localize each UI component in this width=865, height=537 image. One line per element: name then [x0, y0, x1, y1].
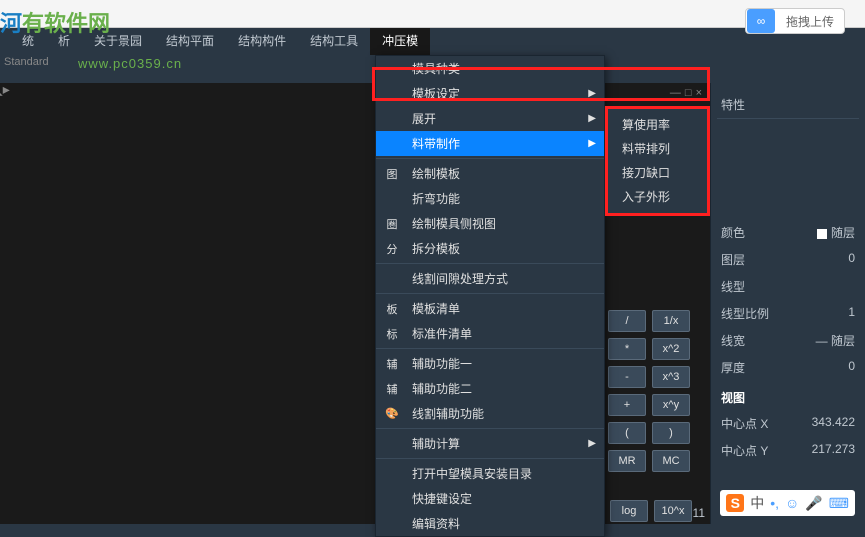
menubar: Standard www.pc0359.cn 统 析 关于景园 结构平面 结构构… [0, 28, 865, 55]
calc-mul[interactable]: * [608, 338, 646, 360]
props-header: 特性 [721, 96, 745, 113]
menu-struct-member[interactable]: 结构构件 [226, 28, 298, 55]
calc-mc[interactable]: MC [652, 450, 690, 472]
dropdown-item[interactable]: 标标准件清单 [376, 321, 604, 346]
properties-panel: 特性 颜色 随层 图层 0 线型 线型比例 1 线宽 — 随层 厚度 0 视图 中心点 X… [710, 83, 865, 524]
calc-div[interactable]: / [608, 310, 646, 332]
calc-mr[interactable]: MR [608, 450, 646, 472]
prop-cy-value[interactable]: 217.273 [812, 442, 855, 459]
ime-punct-icon[interactable]: •, [770, 495, 779, 511]
calc-sub[interactable]: - [608, 366, 646, 388]
upload-label: 拖拽上传 [776, 13, 844, 30]
prop-linescale-label: 线型比例 [721, 305, 769, 322]
prop-lineweight-label: 线宽 [721, 332, 745, 349]
dropdown-item[interactable]: 辅助计算▶ [376, 431, 604, 456]
calc-sq[interactable]: x^2 [652, 338, 690, 360]
ime-mic-icon[interactable]: 🎤 [805, 495, 822, 512]
dropdown-item[interactable]: 图绘制模板 [376, 161, 604, 186]
dropdown-item[interactable]: 分拆分模板 [376, 236, 604, 261]
dropdown-item[interactable]: 圏绘制模具侧视图 [376, 211, 604, 236]
prop-linetype-label: 线型 [721, 278, 745, 295]
dropdown-item[interactable]: 展开▶ [376, 106, 604, 131]
prop-thickness-value[interactable]: 0 [848, 359, 855, 376]
dropdown-item[interactable]: 辅辅助功能一 [376, 351, 604, 376]
menu-stamping[interactable]: 冲压模 [370, 28, 430, 55]
prop-layer-label: 图层 [721, 251, 745, 268]
dropdown-item[interactable]: 料带制作▶ [376, 131, 604, 156]
dropdown-item[interactable]: 模具种类 [376, 56, 604, 81]
calc-rparen[interactable]: ) [652, 422, 690, 444]
ime-keyboard-icon[interactable]: ⌨ [829, 495, 849, 512]
calc-cube[interactable]: x^3 [652, 366, 690, 388]
dropdown-item[interactable]: 折弯功能 [376, 186, 604, 211]
ime-emoji-icon[interactable]: ☺ [785, 495, 799, 511]
ime-lang[interactable]: 中 [750, 493, 764, 513]
calc-inv[interactable]: 1/x [652, 310, 690, 332]
dropdown-item[interactable]: 打开中望模具安装目录 [376, 461, 604, 486]
prop-color-label: 颜色 [721, 224, 745, 241]
dropdown-item[interactable]: 快捷键设定 [376, 486, 604, 511]
dropdown-item[interactable]: 辅辅助功能二 [376, 376, 604, 401]
prop-layer-value[interactable]: 0 [848, 251, 855, 268]
view-section-title: 视图 [717, 381, 859, 410]
menu-struct-tools[interactable]: 结构工具 [298, 28, 370, 55]
canvas-close[interactable]: × [696, 87, 702, 99]
prop-cx-label: 中心点 X [721, 415, 768, 432]
calc-lparen[interactable]: ( [608, 422, 646, 444]
menu-struct-plane[interactable]: 结构平面 [154, 28, 226, 55]
submenu-notch[interactable]: 接刀缺口 [608, 161, 707, 185]
dropdown-item[interactable]: 模板设定▶ [376, 81, 604, 106]
stripe-submenu: 算使用率 料带排列 接刀缺口 入子外形 [605, 106, 710, 216]
canvas-tile[interactable]: □ [685, 87, 692, 99]
dropdown-item[interactable]: 板模板清单 [376, 296, 604, 321]
submenu-stripe-layout[interactable]: 料带排列 [608, 137, 707, 161]
cloud-icon: ∞ [747, 9, 775, 33]
calc-add[interactable]: + [608, 394, 646, 416]
dropdown-item[interactable]: 🎨线割辅助功能 [376, 401, 604, 426]
prop-cx-value[interactable]: 343.422 [812, 415, 855, 432]
standard-label: Standard [4, 56, 49, 68]
sogou-icon: S [726, 494, 744, 512]
ime-bar[interactable]: S 中 •, ☺ 🎤 ⌨ [720, 490, 855, 516]
prop-linescale-value[interactable]: 1 [848, 305, 855, 322]
stamping-dropdown: 模具种类模板设定▶展开▶料带制作▶ 图绘制模板折弯功能圏绘制模具侧视图分拆分模板线… [375, 55, 605, 537]
canvas-minimize[interactable]: — [670, 87, 681, 99]
calc-10x[interactable]: 10^x [654, 500, 692, 522]
site-url: www.pc0359.cn [78, 56, 182, 71]
dropdown-item[interactable]: 线割间隙处理方式 [376, 266, 604, 291]
site-logo: 河有软件网 [0, 0, 110, 43]
submenu-usage-rate[interactable]: 算使用率 [608, 113, 707, 137]
axis-icon: ◣▸ [0, 81, 10, 98]
prop-thickness-label: 厚度 [721, 359, 745, 376]
prop-color-value[interactable]: 随层 [817, 224, 855, 241]
prop-cy-label: 中心点 Y [721, 442, 768, 459]
calc-log[interactable]: log [610, 500, 648, 522]
prop-lineweight-value[interactable]: — 随层 [816, 332, 855, 349]
calc-pow[interactable]: x^y [652, 394, 690, 416]
upload-widget[interactable]: ∞ 拖拽上传 [745, 8, 845, 34]
submenu-insert-shape[interactable]: 入子外形 [608, 185, 707, 209]
